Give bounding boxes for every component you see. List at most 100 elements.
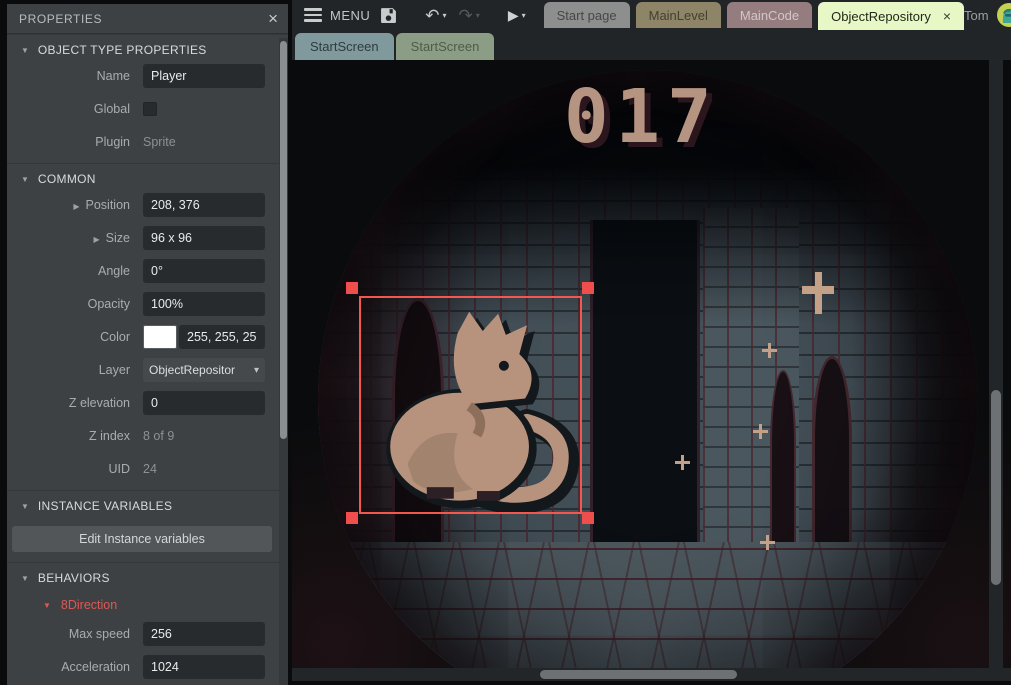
section-title: INSTANCE VARIABLES (38, 499, 172, 513)
redo-button[interactable]: ↷ ▾ (459, 7, 480, 24)
global-checkbox[interactable] (143, 102, 157, 116)
angle-input[interactable]: 0° (143, 259, 265, 283)
user-account[interactable]: Tom (964, 2, 1011, 28)
acceleration-input[interactable]: 1024 (143, 655, 265, 679)
angle-row: Angle 0° (7, 259, 288, 283)
z-index-row: Z index 8 of 9 (7, 424, 288, 448)
main-area: MENU ↶ ▾ ↷ ▾ ▶ ▾ Start page (292, 0, 1011, 685)
selection-handle-tr[interactable] (582, 282, 594, 294)
horizontal-scrollbar-thumb[interactable] (540, 670, 737, 679)
subtab-startscreen-1[interactable]: StartScreen (295, 33, 394, 60)
toolbar: MENU ↶ ▾ ↷ ▾ ▶ ▾ Start page (292, 0, 1011, 30)
selection-box[interactable] (359, 296, 582, 514)
color-input[interactable]: 255, 255, 25 (179, 325, 265, 349)
uid-value: 24 (143, 462, 157, 476)
tab-maincode[interactable]: MainCode (727, 2, 812, 28)
menu-label: MENU (330, 8, 370, 23)
tab-start-page[interactable]: Start page (544, 2, 630, 28)
section-instance-variables[interactable]: ▼ INSTANCE VARIABLES (7, 490, 288, 520)
plugin-value: Sprite (143, 135, 176, 149)
section-object-type-properties[interactable]: ▼ OBJECT TYPE PROPERTIES (7, 34, 288, 64)
close-icon[interactable]: × (268, 10, 278, 27)
size-label: ▶Size (7, 231, 143, 245)
section-title: BEHAVIORS (38, 571, 110, 585)
size-input[interactable]: 96 x 96 (143, 226, 265, 250)
section-behaviors[interactable]: ▼ BEHAVIORS (7, 562, 288, 592)
section-title: OBJECT TYPE PROPERTIES (38, 43, 207, 57)
layer-row: Layer ObjectRepositor ▾ (7, 358, 288, 382)
opacity-input[interactable]: 100% (143, 292, 265, 316)
z-elevation-row: Z elevation 0 (7, 391, 288, 415)
behavior-8direction[interactable]: ▼ 8Direction (7, 592, 288, 622)
preview-dropdown-icon[interactable]: ▾ (522, 11, 526, 20)
save-icon (380, 7, 397, 24)
score-counter-text: 017 (564, 74, 719, 160)
save-button[interactable] (380, 7, 397, 24)
undo-icon: ↶ (425, 7, 439, 24)
origin-cross-marker (760, 535, 775, 550)
behavior-name: 8Direction (61, 598, 117, 612)
user-name: Tom (964, 8, 989, 23)
layer-dropdown[interactable]: ObjectRepositor ▾ (143, 358, 265, 382)
properties-panel-header: PROPERTIES × (7, 4, 288, 34)
uid-label: UID (7, 462, 143, 476)
vertical-scrollbar-thumb[interactable] (991, 390, 1001, 585)
avatar (996, 2, 1011, 28)
preview-button[interactable]: ▶ ▾ (508, 8, 526, 22)
name-label: Name (7, 69, 143, 83)
panel-scrollbar[interactable] (279, 38, 288, 685)
collapse-arrow-icon: ▼ (21, 175, 29, 184)
subtab-startscreen-2[interactable]: StartScreen (396, 33, 495, 60)
expand-icon[interactable]: ▶ (73, 202, 79, 211)
angle-label: Angle (7, 264, 143, 278)
uid-row: UID 24 (7, 457, 288, 481)
position-input[interactable]: 208, 376 (143, 193, 265, 217)
section-title: COMMON (38, 172, 96, 186)
tab-label: MainLevel (649, 8, 708, 23)
edit-instance-variables-button[interactable]: Edit Instance variables (12, 526, 272, 552)
selection-handle-bl[interactable] (346, 512, 358, 524)
tab-label: MainCode (740, 8, 799, 23)
close-tab-icon[interactable]: × (943, 8, 951, 24)
position-label: ▶Position (7, 198, 143, 212)
size-row: ▶Size 96 x 96 (7, 226, 288, 250)
origin-cross-marker (675, 455, 690, 470)
z-elevation-label: Z elevation (7, 396, 143, 410)
panel-title: PROPERTIES (19, 12, 102, 26)
panel-scrollbar-thumb[interactable] (280, 41, 287, 439)
color-row: Color 255, 255, 25 (7, 325, 288, 349)
vertical-scrollbar[interactable] (989, 60, 1003, 668)
redo-icon: ↷ (459, 7, 473, 24)
tab-mainlevel[interactable]: MainLevel (636, 2, 721, 28)
max-speed-input[interactable]: 256 (143, 622, 265, 646)
collapse-arrow-icon: ▼ (43, 601, 51, 610)
tab-label: Start page (557, 8, 617, 23)
tab-bar: Start page MainLevel MainCode ObjectRepo… (544, 2, 964, 30)
horizontal-scrollbar[interactable] (292, 668, 1011, 681)
selection-handle-tl[interactable] (346, 282, 358, 294)
undo-button[interactable]: ↶ ▾ (425, 7, 446, 24)
z-index-value: 8 of 9 (143, 429, 174, 443)
menu-button[interactable]: MENU (300, 8, 374, 23)
tab-objectrepository[interactable]: ObjectRepository × (818, 2, 964, 30)
opacity-row: Opacity 100% (7, 292, 288, 316)
subtab-label: StartScreen (411, 39, 480, 54)
global-label: Global (7, 102, 143, 116)
layout-tab-bar: StartScreen StartScreen (292, 30, 1011, 60)
collapse-arrow-icon: ▼ (21, 502, 29, 511)
color-swatch[interactable] (143, 325, 177, 349)
selection-handle-br[interactable] (582, 512, 594, 524)
plugin-label: Plugin (7, 135, 143, 149)
redo-dropdown-icon: ▾ (476, 11, 480, 20)
name-input[interactable]: Player (143, 64, 265, 88)
layer-value: ObjectRepositor (149, 363, 235, 377)
z-elevation-input[interactable]: 0 (143, 391, 265, 415)
section-common[interactable]: ▼ COMMON (7, 163, 288, 193)
origin-cross-marker (753, 424, 768, 439)
tab-label: ObjectRepository (831, 9, 931, 24)
undo-dropdown-icon[interactable]: ▾ (443, 11, 447, 20)
layout-canvas[interactable]: 017 (292, 60, 1011, 668)
position-row: ▶Position 208, 376 (7, 193, 288, 217)
expand-icon[interactable]: ▶ (94, 235, 100, 244)
subtab-label: StartScreen (310, 39, 379, 54)
